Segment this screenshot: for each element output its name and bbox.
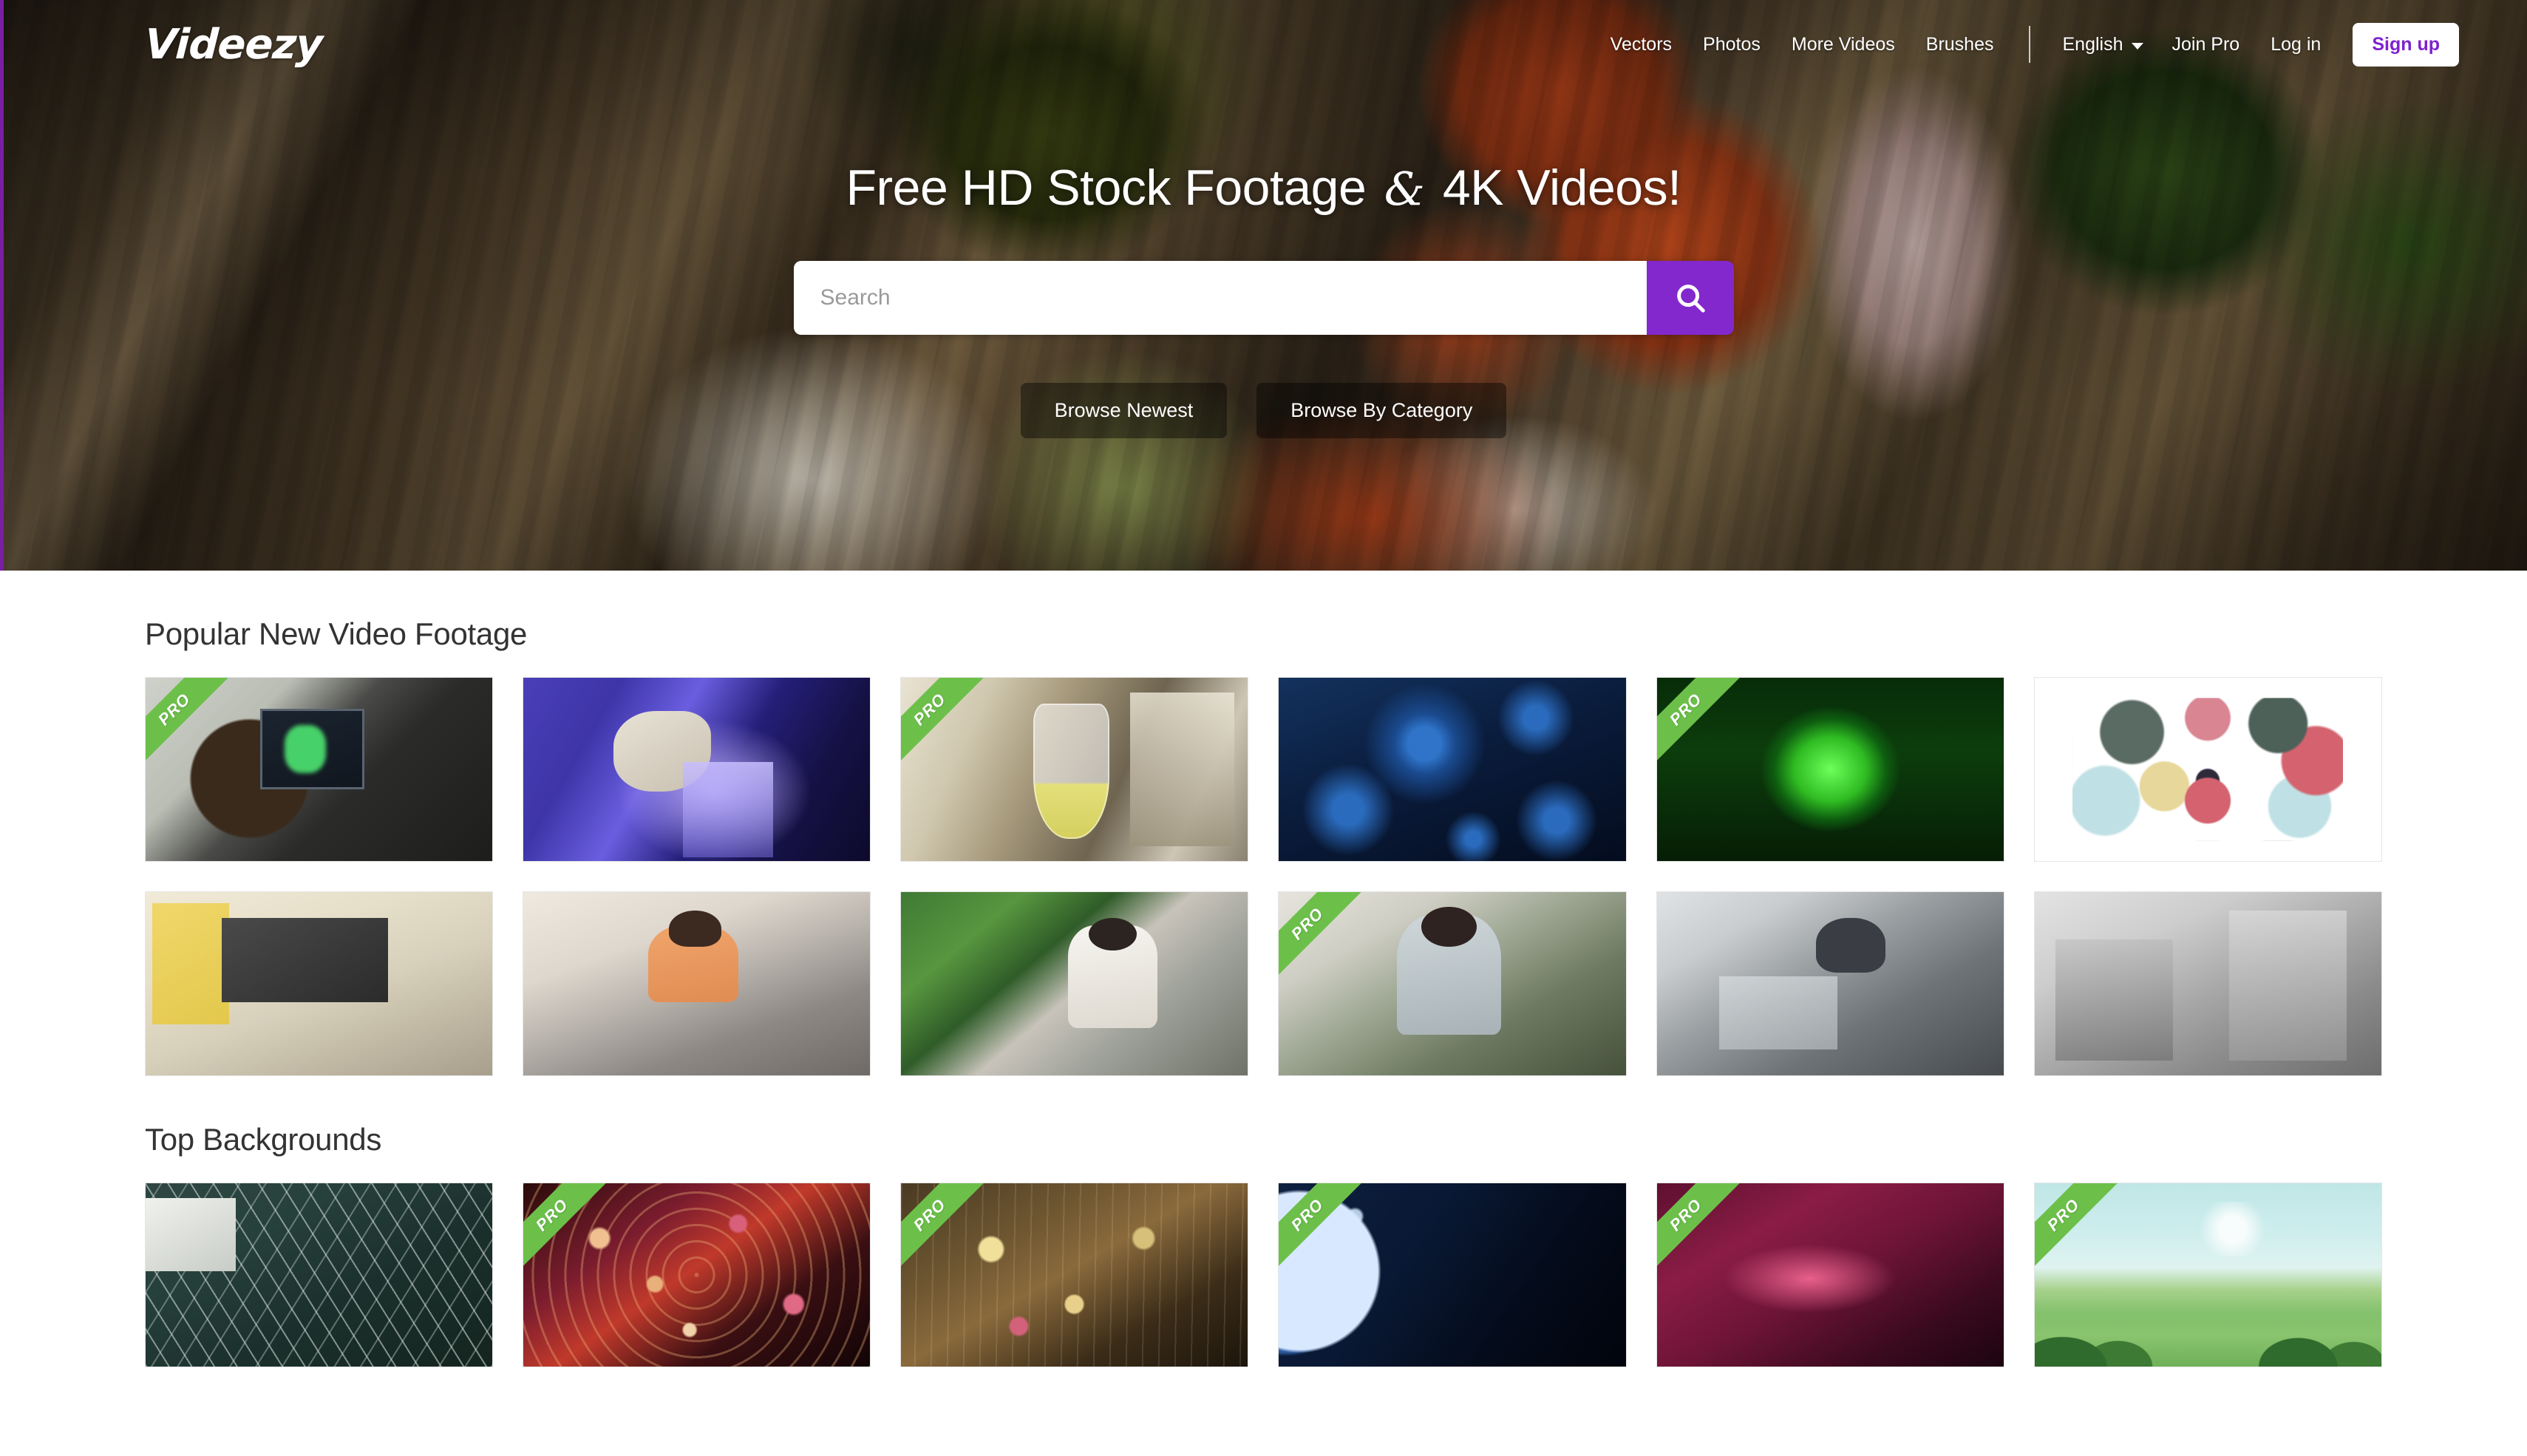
video-thumbnail-card[interactable]: PRO (1656, 1183, 2004, 1367)
nav-link-more-videos[interactable]: More Videos (1776, 34, 1911, 55)
nav-link-photos[interactable]: Photos (1687, 34, 1776, 55)
thumbnail-image-couple-on-couch-with-phone (523, 892, 871, 1075)
video-thumbnail-card[interactable] (1656, 891, 2004, 1076)
thumbnail-image-hands-typing-on-laptop (146, 892, 493, 1075)
site-logo[interactable]: Videezy (143, 21, 323, 69)
section-title-top-backgrounds: Top Backgrounds (145, 1122, 382, 1157)
main-navigation: Vectors Photos More Videos Brushes Engli… (1595, 22, 2459, 67)
video-thumbnail-card[interactable] (145, 891, 494, 1076)
video-thumbnail-card[interactable]: PRO (523, 1183, 871, 1367)
thumbnail-image-woman-drinking-coffee-working (901, 892, 1248, 1075)
video-thumbnail-card[interactable]: PRO (145, 677, 494, 862)
nav-link-join-pro[interactable]: Join Pro (2157, 34, 2256, 55)
video-thumbnail-card[interactable]: PRO (900, 1183, 1249, 1367)
video-thumbnail-card[interactable]: PRO (1278, 891, 1627, 1076)
grid-popular-new-video-footage: PRO PRO PRO PRO (145, 677, 2382, 1076)
video-thumbnail-card[interactable]: PRO (1656, 677, 2004, 862)
hero-title-ampersand: & (1384, 162, 1425, 216)
search-bar (793, 261, 1734, 335)
video-thumbnail-card[interactable] (900, 891, 1249, 1076)
grid-top-backgrounds: PRO PRO PRO PRO PRO (145, 1183, 2382, 1367)
thumbnail-image-ecommerce-illustration (2034, 678, 2381, 861)
nav-link-log-in[interactable]: Log in (2255, 34, 2336, 55)
thumbnail-image-dark-geometric-lines (146, 1183, 493, 1367)
language-selector[interactable]: English (2050, 34, 2157, 55)
language-label: English (2062, 33, 2123, 55)
hero-action-buttons: Browse Newest Browse By Category (1020, 383, 1507, 438)
video-thumbnail-card[interactable]: PRO (2033, 1183, 2382, 1367)
left-accent-rail (0, 0, 4, 571)
browse-newest-button[interactable]: Browse Newest (1020, 383, 1228, 438)
site-header: Videezy Vectors Photos More Videos Brush… (0, 0, 2527, 89)
search-icon (1676, 285, 1705, 313)
hero-banner: Videezy Vectors Photos More Videos Brush… (0, 0, 2527, 571)
browse-by-category-button[interactable]: Browse By Category (1256, 383, 1507, 438)
thumbnail-image-tired-man-at-desk (1656, 892, 2004, 1075)
chevron-down-icon (2131, 42, 2143, 50)
main-content: Popular New Video Footage PRO PRO PRO PRO T… (0, 616, 2527, 1367)
nav-link-vectors[interactable]: Vectors (1595, 34, 1687, 55)
thumbnail-image-blue-virus-cells (1279, 678, 1626, 861)
video-thumbnail-card[interactable] (145, 1183, 494, 1367)
thumbnail-image-pipette-into-vials (523, 678, 871, 861)
sign-up-button[interactable]: Sign up (2353, 22, 2459, 67)
hero-title-part-1: Free HD Stock Footage (846, 160, 1367, 216)
video-thumbnail-card[interactable] (2033, 677, 2382, 862)
video-thumbnail-card[interactable] (1278, 677, 1627, 862)
page-title: Free HD Stock Footage & 4K Videos! (846, 159, 1681, 217)
video-thumbnail-card[interactable]: PRO (900, 677, 1249, 862)
video-thumbnail-card[interactable] (2033, 891, 2382, 1076)
search-input[interactable] (793, 261, 1647, 335)
thumbnail-image-grayscale-people-meeting (2034, 892, 2381, 1075)
video-thumbnail-card[interactable] (523, 891, 871, 1076)
hero-title-part-2: 4K Videos! (1442, 160, 1681, 216)
video-thumbnail-card[interactable] (523, 677, 871, 862)
nav-divider (2028, 26, 2030, 63)
video-thumbnail-card[interactable]: PRO (1278, 1183, 1627, 1367)
search-submit-button[interactable] (1646, 261, 1734, 335)
section-title-popular-new-video-footage: Popular New Video Footage (145, 616, 528, 651)
nav-link-brushes[interactable]: Brushes (1911, 34, 2010, 55)
